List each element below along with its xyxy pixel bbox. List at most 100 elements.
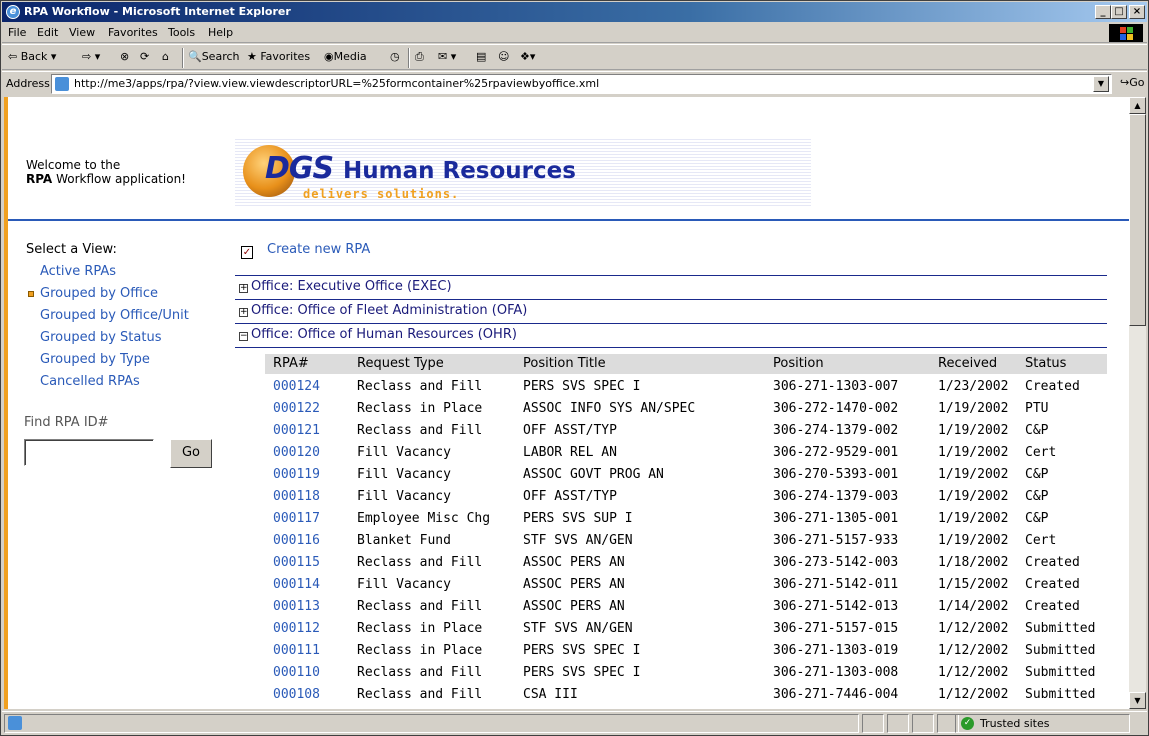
table-row: 000124 Reclass and Fill PERS SVS SPEC I 306…: [265, 376, 1107, 398]
office-label: Office: Executive Office (EXEC): [251, 279, 452, 294]
cell-received: 1/14/2002: [938, 599, 1009, 614]
office-group-ohr[interactable]: − Office: Office of Human Resources (OHR): [235, 323, 1107, 348]
table-row: 000118 Fill Vacancy OFF ASST/TYP 306-274-13…: [265, 486, 1107, 508]
search-button[interactable]: 🔍Search: [188, 50, 240, 63]
menu-help[interactable]: Help: [208, 26, 233, 39]
cell-rpa-number[interactable]: 000111: [273, 640, 320, 662]
create-rpa-link[interactable]: ✓ Create new RPA: [241, 242, 370, 259]
cell-position: 306-271-5142-013: [773, 599, 899, 614]
nav-item-active-rpas[interactable]: Active RPAs: [26, 261, 189, 283]
nav-item-grouped-by-status[interactable]: Grouped by Status: [26, 327, 189, 349]
cell-position: 306-272-9529-001: [773, 445, 899, 460]
table-row: 000111 Reclass in Place PERS SVS SPEC I 306…: [265, 640, 1107, 662]
minimize-button[interactable]: _: [1095, 5, 1111, 19]
welcome-prefix: Welcome to the: [26, 158, 121, 172]
cell-rpa-number[interactable]: 000112: [273, 618, 320, 640]
cell-status: C&P: [1025, 511, 1049, 526]
cell-position-title: ASSOC PERS AN: [523, 555, 625, 570]
cell-position-title: STF SVS AN/GEN: [523, 621, 633, 636]
menu-view[interactable]: View: [69, 26, 95, 39]
cell-position-title: PERS SVS SPEC I: [523, 379, 641, 394]
menu-file[interactable]: File: [8, 26, 26, 39]
dgs-hr-banner: DGS Human Resources delivers solutions.: [235, 137, 811, 208]
address-dropdown-icon[interactable]: ▼: [1093, 76, 1109, 92]
address-bar: Address http://me3/apps/rpa/?view.view.v…: [2, 71, 1147, 95]
scroll-up-icon[interactable]: ▲: [1129, 97, 1146, 114]
media-button[interactable]: ◉Media: [324, 50, 367, 63]
nav-item-cancelled-rpas[interactable]: Cancelled RPAs: [26, 371, 189, 393]
refresh-icon[interactable]: ⟳: [140, 50, 149, 63]
find-rpa-label: Find RPA ID#: [24, 415, 109, 430]
page-done-icon: [8, 716, 22, 730]
forward-button[interactable]: ⇨ ▾: [82, 50, 100, 63]
cell-position: 306-274-1379-003: [773, 489, 899, 504]
address-input[interactable]: http://me3/apps/rpa/?view.view.viewdescr…: [51, 74, 1112, 94]
cell-position-title: CSA III: [523, 687, 578, 702]
cell-received: 1/12/2002: [938, 643, 1009, 658]
cell-request-type: Reclass and Fill: [357, 665, 483, 680]
cell-rpa-number[interactable]: 000116: [273, 530, 320, 552]
cell-status: Created: [1025, 379, 1080, 394]
table-row: 000115 Reclass and Fill ASSOC PERS AN 306-2…: [265, 552, 1107, 574]
title-bar[interactable]: e RPA Workflow - Microsoft Internet Expl…: [2, 2, 1147, 22]
table-row: 000119 Fill Vacancy ASSOC GOVT PROG AN 306-…: [265, 464, 1107, 486]
stop-icon[interactable]: ⊗: [120, 50, 129, 63]
office-label: Office: Office of Fleet Administration (…: [251, 303, 528, 318]
discuss-icon[interactable]: ☺: [498, 50, 509, 63]
vertical-scrollbar[interactable]: ▲ ▼: [1129, 97, 1146, 709]
home-icon[interactable]: ⌂: [162, 50, 169, 63]
find-go-button[interactable]: Go: [170, 439, 212, 468]
cell-rpa-number[interactable]: 000122: [273, 398, 320, 420]
cell-position-title: OFF ASST/TYP: [523, 489, 617, 504]
menu-favorites[interactable]: Favorites: [108, 26, 158, 39]
cell-rpa-number[interactable]: 000124: [273, 376, 320, 398]
cell-position: 306-274-1379-002: [773, 423, 899, 438]
mail-icon[interactable]: ✉ ▾: [438, 50, 456, 63]
cell-rpa-number[interactable]: 000117: [273, 508, 320, 530]
cell-rpa-number[interactable]: 000120: [273, 442, 320, 464]
cell-rpa-number[interactable]: 000110: [273, 662, 320, 684]
close-button[interactable]: ×: [1129, 5, 1145, 19]
view-nav: Select a View: Active RPAs Grouped by Of…: [26, 239, 189, 393]
cell-rpa-number[interactable]: 000119: [273, 464, 320, 486]
cell-rpa-number[interactable]: 000114: [273, 574, 320, 596]
media-label: Media: [333, 50, 367, 63]
favorites-button[interactable]: ★ Favorites: [247, 50, 310, 63]
address-go-button[interactable]: ↪Go: [1120, 76, 1144, 89]
back-button[interactable]: ⇦ Back ▾: [8, 50, 56, 63]
cell-status: Cert: [1025, 445, 1057, 460]
col-status: Status: [1025, 356, 1067, 371]
nav-item-grouped-by-office-unit[interactable]: Grouped by Office/Unit: [26, 305, 189, 327]
trusted-check-icon: ✓: [961, 717, 974, 730]
messenger-icon[interactable]: ❖▾: [520, 50, 535, 63]
cell-rpa-number[interactable]: 000121: [273, 420, 320, 442]
menu-edit[interactable]: Edit: [37, 26, 58, 39]
welcome-app-name: RPA: [26, 172, 53, 186]
edit-icon[interactable]: ▤: [476, 50, 486, 63]
nav-item-grouped-by-office[interactable]: Grouped by Office: [26, 283, 189, 305]
banner-title: Human Resources: [343, 158, 576, 184]
cell-rpa-number[interactable]: 000113: [273, 596, 320, 618]
cell-rpa-number[interactable]: 000108: [273, 684, 320, 706]
cell-position: 306-271-5142-011: [773, 577, 899, 592]
maximize-button[interactable]: □: [1111, 5, 1127, 19]
cell-request-type: Reclass and Fill: [357, 423, 483, 438]
nav-item-grouped-by-type[interactable]: Grouped by Type: [26, 349, 189, 371]
office-group-ofa[interactable]: + Office: Office of Fleet Administration …: [235, 299, 1107, 323]
nav-heading: Select a View:: [26, 242, 117, 257]
scroll-down-icon[interactable]: ▼: [1129, 692, 1146, 709]
col-request-type: Request Type: [357, 356, 444, 371]
office-group-exec[interactable]: + Office: Executive Office (EXEC): [235, 275, 1107, 299]
menu-tools[interactable]: Tools: [168, 26, 195, 39]
cell-rpa-number[interactable]: 000115: [273, 552, 320, 574]
cell-status: Created: [1025, 577, 1080, 592]
cell-position: 306-272-1470-002: [773, 401, 899, 416]
history-icon[interactable]: ◷: [390, 50, 400, 63]
cell-request-type: Blanket Fund: [357, 533, 451, 548]
find-rpa-input[interactable]: [24, 439, 154, 466]
page-content: Welcome to the RPA Workflow application!…: [4, 97, 1129, 709]
table-row: 000122 Reclass in Place ASSOC INFO SYS AN/…: [265, 398, 1107, 420]
print-icon[interactable]: ⎙: [415, 50, 424, 64]
scroll-thumb[interactable]: [1129, 114, 1146, 326]
cell-rpa-number[interactable]: 000118: [273, 486, 320, 508]
